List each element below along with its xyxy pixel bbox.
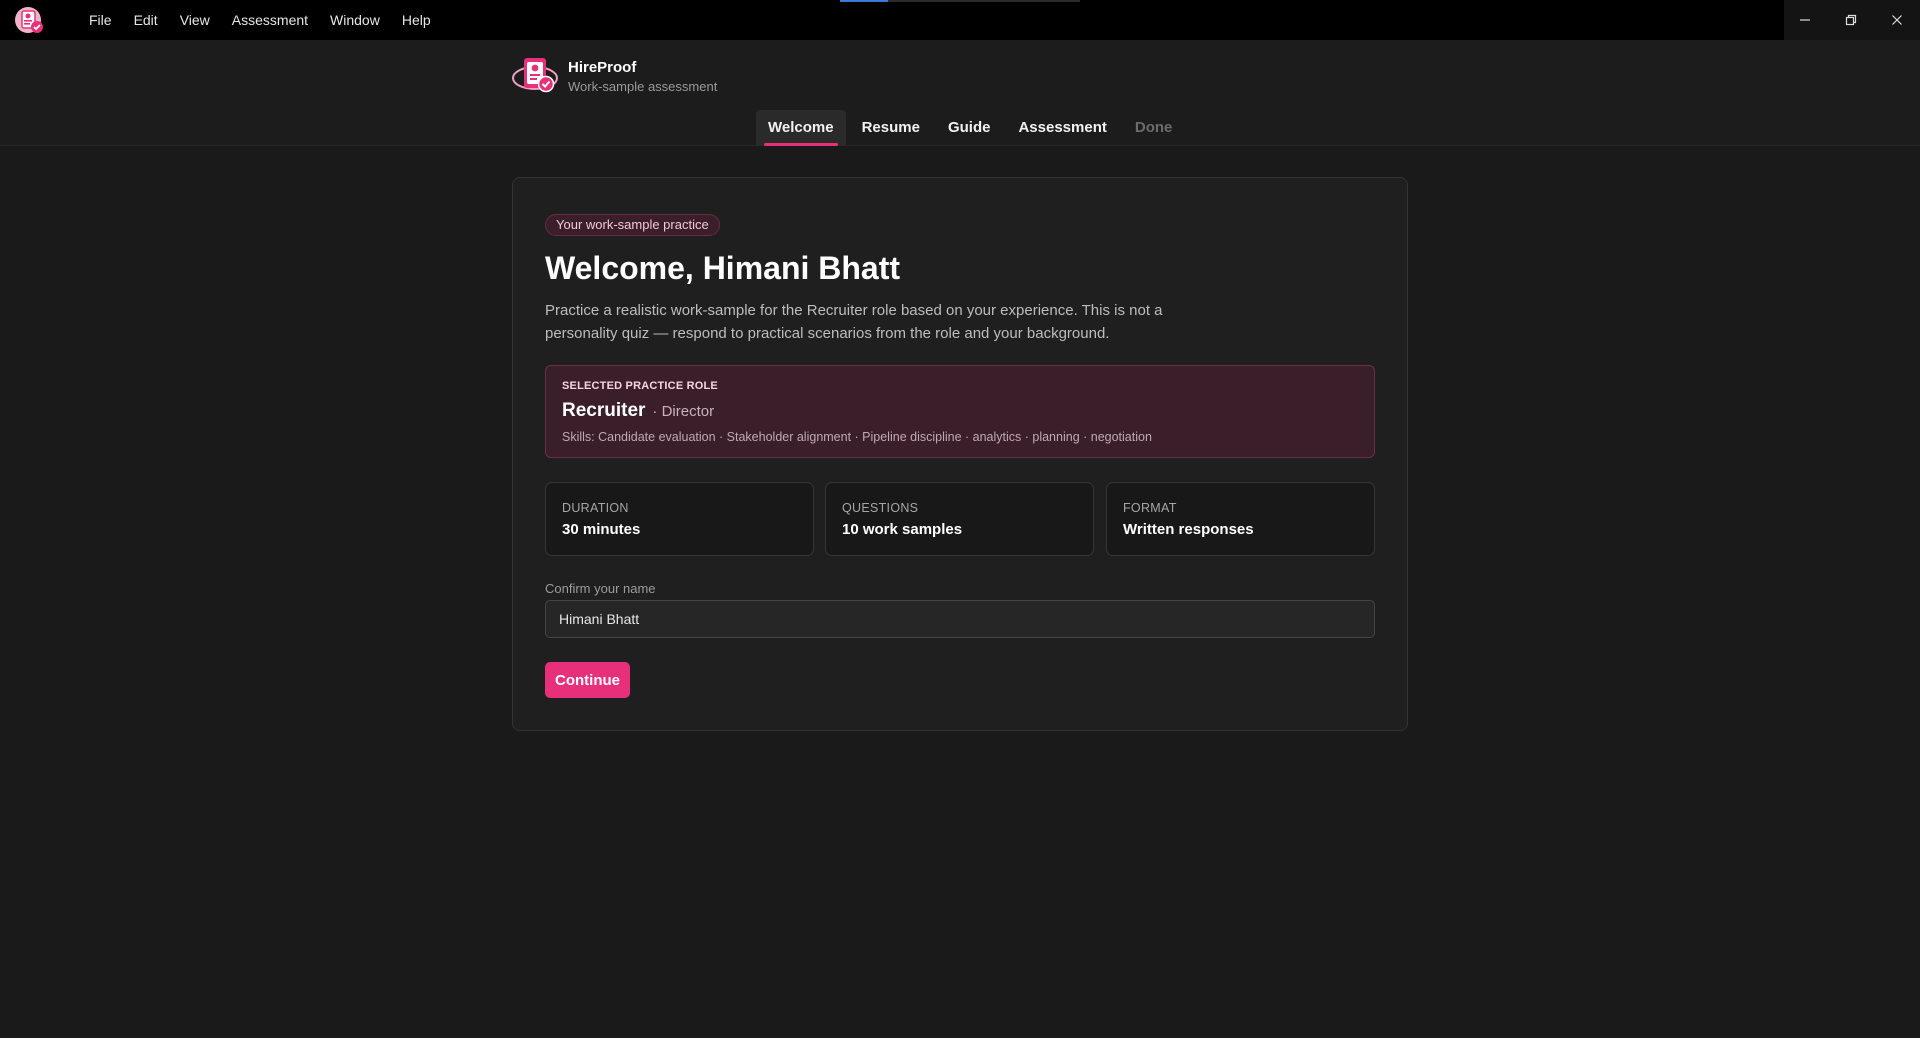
app-header: HireProof Work-sample assessment Welcome… bbox=[0, 40, 1920, 146]
role-level: · Director bbox=[652, 403, 715, 420]
stat-label: QUESTIONS bbox=[842, 501, 919, 515]
name-field-label: Confirm your name bbox=[545, 581, 656, 596]
loading-indicator bbox=[840, 0, 1080, 2]
welcome-card: Your work-sample practice Welcome, Himan… bbox=[512, 177, 1408, 731]
brand: HireProof Work-sample assessment bbox=[511, 54, 717, 98]
tab-done: Done bbox=[1134, 119, 1173, 136]
format-stat: FORMAT Written responses bbox=[1106, 482, 1375, 556]
role-kicker: SELECTED PRACTICE ROLE bbox=[562, 380, 718, 392]
brand-logo-icon bbox=[511, 54, 561, 98]
questions-stat: QUESTIONS 10 work samples bbox=[825, 482, 1094, 556]
step-tabs: Welcome Resume Guide Assessment Done bbox=[756, 110, 1188, 146]
menu-view[interactable]: View bbox=[169, 0, 221, 40]
page-title: Welcome, Himani Bhatt bbox=[545, 250, 901, 286]
minimize-icon[interactable] bbox=[1782, 0, 1828, 40]
menu-assessment[interactable]: Assessment bbox=[221, 0, 319, 40]
app-logo-icon bbox=[10, 0, 50, 40]
stat-label: FORMAT bbox=[1123, 501, 1177, 515]
name-input[interactable] bbox=[545, 600, 1375, 638]
menu-window[interactable]: Window bbox=[319, 0, 391, 40]
restore-icon[interactable] bbox=[1828, 0, 1874, 40]
tab-welcome[interactable]: Welcome bbox=[756, 110, 846, 146]
title-bar: File Edit View Assessment Window Help bbox=[0, 0, 1920, 40]
menu-help[interactable]: Help bbox=[391, 0, 442, 40]
stat-value: Written responses bbox=[1123, 521, 1254, 538]
tab-guide[interactable]: Guide bbox=[936, 110, 1003, 146]
menu-edit[interactable]: Edit bbox=[123, 0, 169, 40]
brand-subtitle: Work-sample assessment bbox=[568, 78, 718, 94]
brand-name: HireProof bbox=[568, 58, 637, 76]
role-skills: Skills: Candidate evaluation · Stakehold… bbox=[562, 430, 1152, 444]
continue-button[interactable]: Continue bbox=[545, 662, 630, 698]
stat-label: DURATION bbox=[562, 501, 629, 515]
stat-value: 10 work samples bbox=[842, 521, 963, 538]
close-icon[interactable] bbox=[1874, 0, 1920, 40]
menu-file[interactable]: File bbox=[78, 0, 123, 40]
selected-role-panel: SELECTED PRACTICE ROLE Recruiter · Direc… bbox=[545, 365, 1375, 458]
tab-assessment[interactable]: Assessment bbox=[1006, 110, 1118, 146]
window-controls bbox=[1782, 0, 1920, 40]
role-name: Recruiter bbox=[562, 400, 646, 421]
intro-text: Practice a realistic work-sample for the… bbox=[545, 302, 1163, 342]
stat-value: 30 minutes bbox=[562, 521, 641, 538]
practice-badge: Your work-sample practice bbox=[545, 214, 720, 236]
duration-stat: DURATION 30 minutes bbox=[545, 482, 814, 556]
tab-resume[interactable]: Resume bbox=[850, 110, 932, 146]
menu-bar: File Edit View Assessment Window Help bbox=[78, 0, 442, 40]
